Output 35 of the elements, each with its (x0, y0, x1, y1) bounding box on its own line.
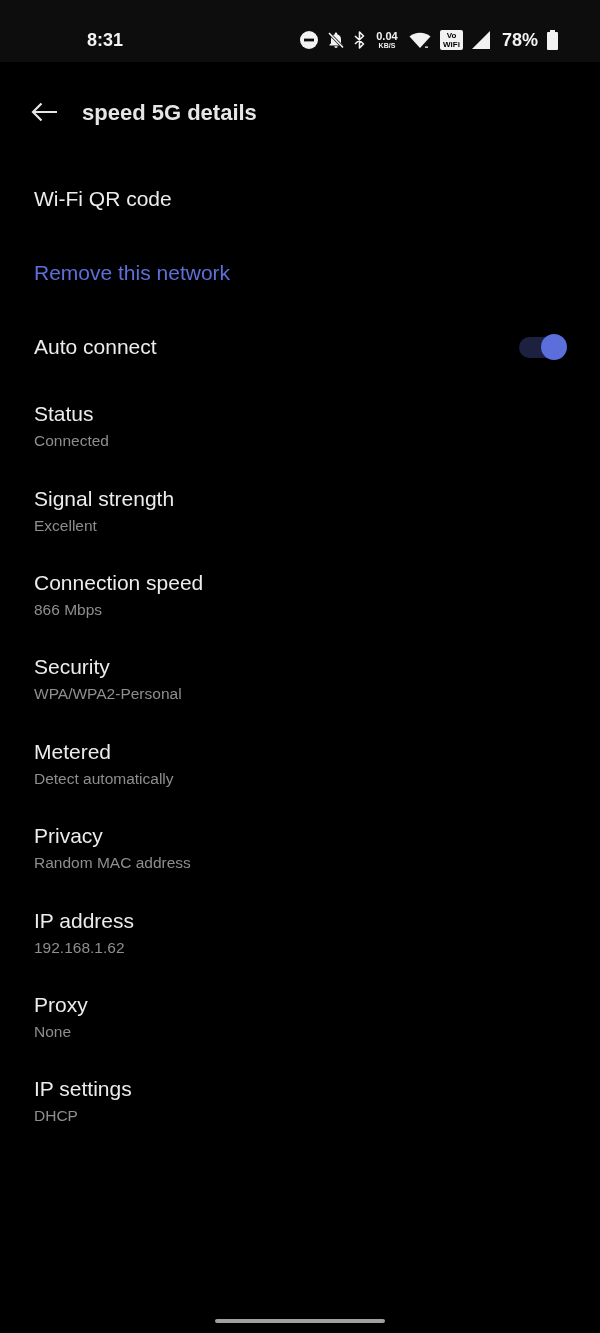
detail-title: Status (34, 402, 94, 427)
detail-title: Privacy (34, 824, 103, 849)
detail-title: Proxy (34, 992, 88, 1017)
detail-value: WPA/WPA2-Personal (34, 684, 182, 704)
toggle-switch[interactable] (519, 334, 567, 360)
detail-value: DHCP (34, 1106, 78, 1126)
bell-off-icon (326, 31, 345, 49)
detail-value: Excellent (34, 515, 97, 535)
detail-title: IP address (34, 908, 134, 933)
detail-value: 866 Mbps (34, 599, 103, 619)
vowifi-badge-top: Vo (446, 31, 457, 40)
battery-percentage: 78% (501, 31, 538, 49)
wifi-qr-code-item[interactable]: Wi-Fi QR code (34, 183, 172, 215)
battery-icon (547, 30, 558, 50)
detail-title: Security (34, 655, 110, 680)
detail-value: Random MAC address (34, 853, 191, 873)
clock-time: 8:31 (87, 31, 124, 49)
remove-network-link[interactable]: Remove this network (34, 257, 231, 289)
detail-title: Metered (34, 739, 112, 764)
network-speed-value: 0.04 (376, 30, 398, 42)
detail-title: Signal strength (34, 486, 175, 511)
wifi-icon (408, 31, 431, 49)
back-arrow-icon[interactable] (31, 102, 58, 122)
page-title: speed 5G details (82, 98, 257, 127)
cellular-signal-icon (471, 31, 490, 49)
detail-value: Detect automatically (34, 768, 174, 788)
detail-value: None (34, 1021, 72, 1041)
detail-value: Connected (34, 431, 109, 451)
bluetooth-icon (353, 31, 365, 49)
detail-value: 192.168.1.62 (34, 937, 125, 957)
detail-title: Connection speed (34, 570, 204, 595)
vowifi-badge-bottom: WiFi (443, 39, 460, 49)
do-not-disturb-icon (299, 31, 318, 49)
setting-label[interactable]: Auto connect (34, 331, 157, 363)
detail-title: IP settings (34, 1077, 132, 1102)
